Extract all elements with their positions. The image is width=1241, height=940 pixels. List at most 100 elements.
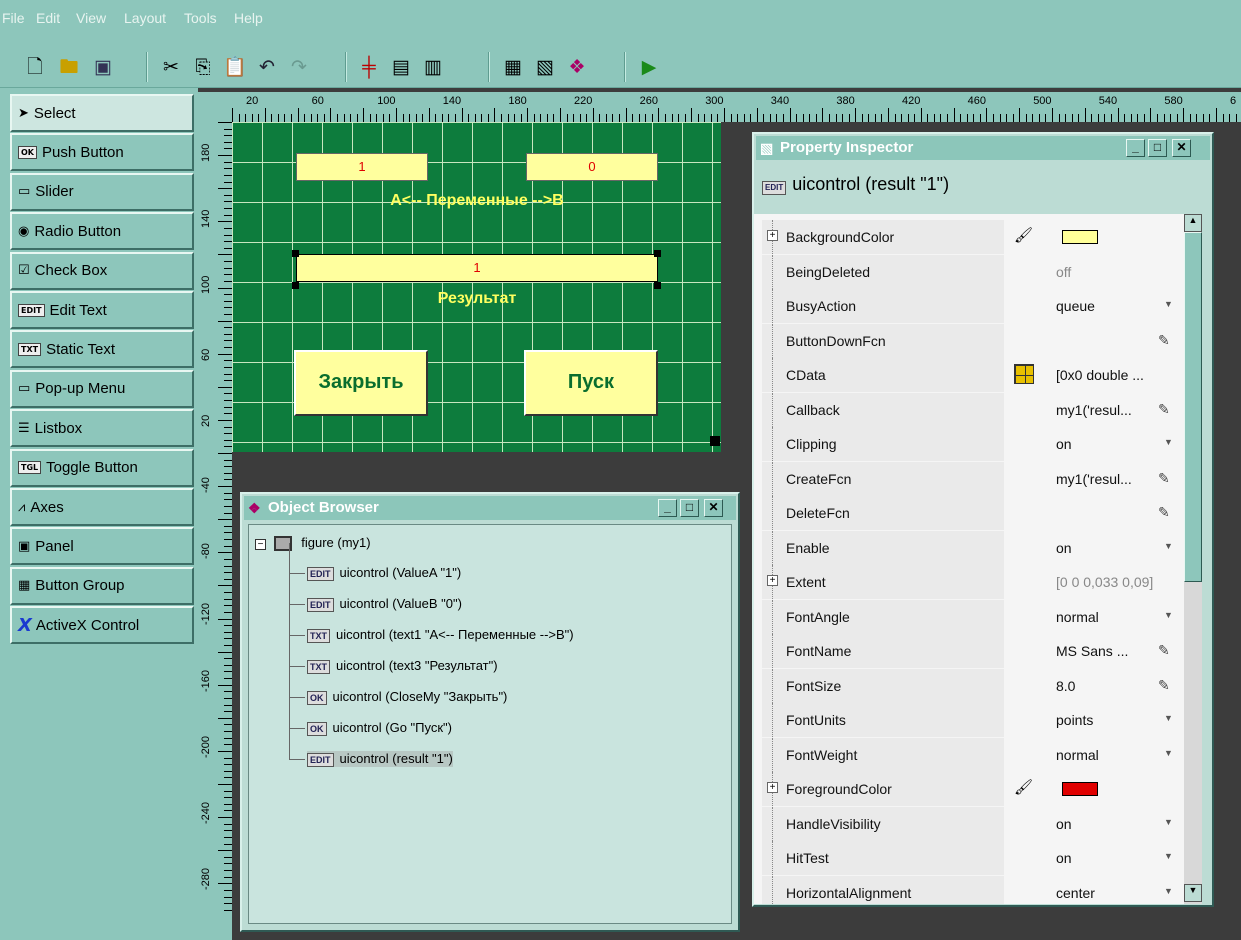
property-value[interactable]: my1('resul... [1056,471,1132,487]
property-value-cell[interactable] [1004,806,1172,841]
undo-icon[interactable]: ↶ [254,54,280,80]
expand-icon[interactable]: + [767,230,778,241]
maximize-button[interactable]: □ [1148,139,1167,157]
figure-canvas[interactable]: 1 0 A<-- Переменные -->B 1 Результат Зак… [232,122,721,452]
tab-order-icon[interactable]: ▥ [420,54,446,80]
pencil-icon[interactable]: ✎ [1158,504,1170,521]
property-row-handlevisibility[interactable]: HandleVisibility on ▼ [762,806,1174,841]
tree-item[interactable]: OK uicontrol (CloseMy "Закрыть") [307,689,507,705]
object-browser-icon[interactable]: ❖ [564,54,590,80]
dropdown-icon[interactable]: ▼ [1164,886,1174,900]
pencil-icon[interactable]: ✎ [1158,642,1170,659]
property-value[interactable]: on [1056,540,1072,556]
property-row-createfcn[interactable]: CreateFcn my1('resul... ✎ [762,461,1172,496]
property-value-cell[interactable] [1004,668,1172,703]
dropdown-icon[interactable]: ▼ [1164,541,1174,555]
redo-icon[interactable]: ↷ [286,54,312,80]
collapse-icon[interactable]: − [255,539,266,550]
minimize-button[interactable]: _ [1126,139,1145,157]
tree-root[interactable]: − figure (my1) [255,535,371,552]
save-icon[interactable]: ▣ [90,54,116,80]
color-swatch[interactable] [1062,230,1098,244]
pencil-icon[interactable]: ✎ [1158,677,1170,694]
menu-file[interactable]: File [2,10,25,26]
palette-item-axes[interactable]: ⩘ Axes [10,488,194,526]
align-icon[interactable]: ╪ [356,54,382,80]
property-row-beingdeleted[interactable]: BeingDeleted off [762,254,1172,289]
property-value[interactable]: [0x0 double ... [1056,367,1144,383]
value-b-edit[interactable]: 0 [526,153,658,181]
pencil-icon[interactable]: ✎ [1158,470,1170,487]
dropdown-icon[interactable]: ▼ [1164,299,1174,313]
paste-icon[interactable]: 📋 [222,54,248,80]
tree-item[interactable]: TXT uicontrol (text1 "A<-- Переменные -->… [307,627,574,643]
tree-item[interactable]: EDIT uicontrol (ValueB "0") [307,596,462,612]
paint-bucket-icon[interactable]: 🖌 [1014,778,1033,796]
palette-item-edit-text[interactable]: EDIT Edit Text [10,291,194,329]
selection-handle[interactable] [654,250,661,257]
tree-item[interactable]: OK uicontrol (Go "Пуск") [307,720,452,736]
palette-item-toggle-button[interactable]: TGL Toggle Button [10,448,194,487]
scroll-down-button[interactable]: ▼ [1184,884,1202,902]
property-value[interactable]: queue [1056,298,1095,314]
scroll-thumb[interactable] [1184,232,1202,582]
property-row-horizontalalignment[interactable]: HorizontalAlignment center ▼ [762,875,1174,904]
property-value[interactable]: off [1056,264,1071,280]
property-value[interactable]: normal [1056,609,1099,625]
menu-editor-icon[interactable]: ▤ [388,54,414,80]
expand-icon[interactable]: + [767,782,778,793]
dropdown-icon[interactable]: ▼ [1164,713,1174,727]
property-value[interactable]: on [1056,850,1072,866]
property-value-cell[interactable] [1004,530,1172,565]
menu-layout[interactable]: Layout [124,10,166,26]
pencil-icon[interactable]: ✎ [1158,401,1170,418]
palette-item-button-group[interactable]: ▦ Button Group [10,566,194,605]
menu-help[interactable]: Help [234,10,263,26]
go-button[interactable]: Пуск [524,350,658,416]
dropdown-icon[interactable]: ▼ [1164,817,1174,831]
dropdown-icon[interactable]: ▼ [1164,851,1174,865]
palette-item-check-box[interactable]: ☑ Check Box [10,251,194,290]
selection-handle[interactable] [292,250,299,257]
property-row-foregroundcolor[interactable]: + ForegroundColor 🖌 [762,772,1172,806]
property-value[interactable]: [0 0 0,033 0,09] [1056,574,1153,590]
open-icon[interactable]: 🖿 [56,54,82,80]
color-swatch[interactable] [1062,782,1098,796]
property-value[interactable]: on [1056,436,1072,452]
selection-handle[interactable] [292,282,299,289]
dropdown-icon[interactable]: ▼ [1164,748,1174,762]
property-value[interactable]: points [1056,712,1093,728]
property-value-cell[interactable] [1004,323,1172,358]
property-row-callback[interactable]: Callback my1('resul... ✎ [762,392,1172,427]
property-value-cell[interactable] [1004,496,1172,530]
tree-item[interactable]: EDIT uicontrol (ValueA "1") [307,565,461,581]
pencil-icon[interactable]: ✎ [1158,332,1170,349]
property-row-fontweight[interactable]: FontWeight normal ▼ [762,737,1174,772]
property-row-extent[interactable]: + Extent [0 0 0,033 0,09] [762,565,1172,599]
property-value-cell[interactable] [1004,254,1172,289]
property-row-buttondownfcn[interactable]: ButtonDownFcn ✎ [762,323,1172,358]
dropdown-icon[interactable]: ▼ [1164,437,1174,451]
palette-item-slider[interactable]: ▭ Slider [10,172,194,211]
property-value-cell[interactable] [1004,427,1172,461]
run-icon[interactable]: ▶ [636,54,662,80]
palette-item-listbox[interactable]: ☰ Listbox [10,409,194,448]
close-window-button[interactable]: ✕ [1172,139,1191,157]
property-row-fontangle[interactable]: FontAngle normal ▼ [762,599,1174,634]
selection-handle[interactable] [654,282,661,289]
result-edit[interactable]: 1 [296,254,658,282]
minimize-button[interactable]: _ [658,499,677,517]
value-a-edit[interactable]: 1 [296,153,428,181]
property-row-cdata[interactable]: CData [0x0 double ... [762,358,1172,392]
expand-icon[interactable]: + [767,575,778,586]
property-scrollbar[interactable]: ▲ ▼ [1184,214,1202,904]
property-value[interactable]: MS Sans ... [1056,643,1128,659]
property-row-fontsize[interactable]: FontSize 8.0 ✎ [762,668,1172,703]
property-value[interactable]: on [1056,816,1072,832]
property-row-deletefcn[interactable]: DeleteFcn ✎ [762,496,1172,530]
property-value[interactable]: normal [1056,747,1099,763]
dropdown-icon[interactable]: ▼ [1164,610,1174,624]
close-window-button[interactable]: ✕ [704,499,723,517]
palette-item-push-button[interactable]: OK Push Button [10,133,194,172]
m-file-editor-icon[interactable]: ▦ [500,54,526,80]
